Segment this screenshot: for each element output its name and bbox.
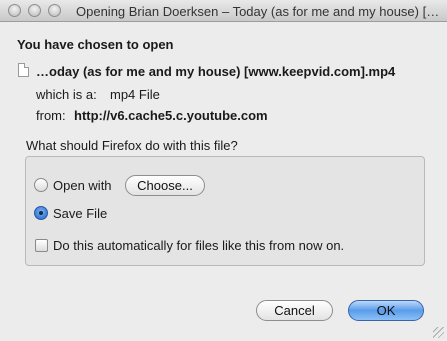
ok-button[interactable]: OK — [348, 300, 424, 321]
source-label: from: — [36, 108, 66, 123]
file-name: …oday (as for me and my house) [www.keep… — [36, 64, 396, 79]
title-bar: Opening Brian Doerksen – Today (as for m… — [0, 0, 447, 22]
open-with-label[interactable]: Open with — [53, 178, 112, 193]
close-window-button[interactable] — [8, 4, 21, 17]
auto-action-checkbox[interactable] — [35, 239, 48, 252]
action-question: What should Firefox do with this file? — [26, 138, 238, 153]
choose-application-button[interactable]: Choose... — [125, 175, 205, 196]
open-with-radio[interactable] — [34, 178, 48, 192]
dialog-heading: You have chosen to open — [17, 37, 174, 52]
cancel-button[interactable]: Cancel — [256, 300, 333, 321]
resize-grip-icon[interactable] — [433, 327, 444, 338]
file-type-label: which is a: — [36, 87, 97, 102]
source-url: http://v6.cache5.c.youtube.com — [74, 108, 268, 123]
auto-action-label[interactable]: Do this automatically for files like thi… — [53, 238, 344, 253]
minimize-window-button[interactable] — [28, 4, 41, 17]
zoom-window-button[interactable] — [48, 4, 61, 17]
window-title: Opening Brian Doerksen – Today (as for m… — [76, 4, 442, 19]
save-file-radio[interactable] — [34, 206, 48, 220]
file-icon — [18, 63, 29, 77]
file-type-value: mp4 File — [110, 87, 160, 102]
save-file-label[interactable]: Save File — [53, 206, 107, 221]
